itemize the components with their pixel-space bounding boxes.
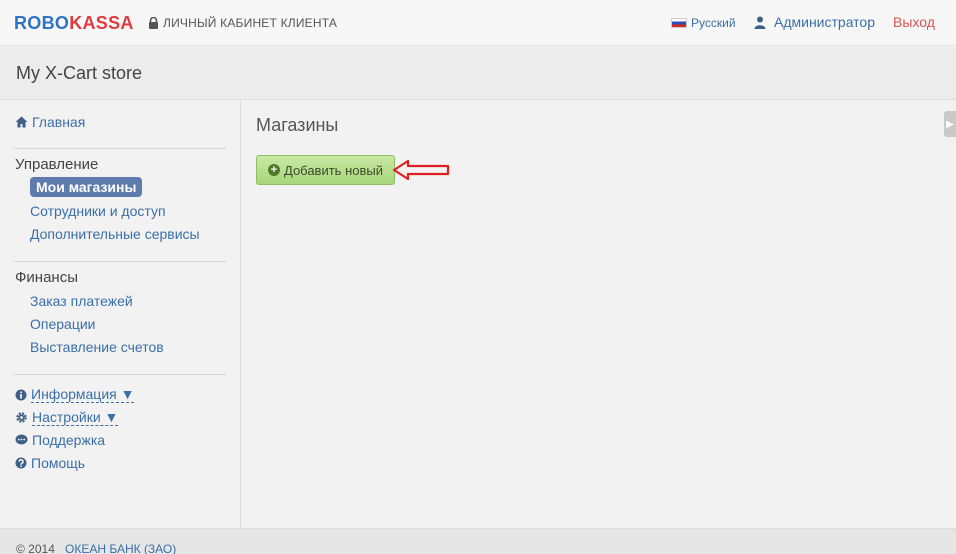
- logo-robo: ROBO: [14, 13, 70, 33]
- language-label: Русский: [691, 16, 736, 30]
- sidebar-item-operations[interactable]: Операции: [30, 316, 96, 332]
- sidebar-item-settings[interactable]: Настройки ▼: [15, 409, 119, 426]
- page-title: Магазины: [256, 115, 339, 135]
- store-bar: My X-Cart store: [0, 47, 956, 100]
- chevron-right-icon: ▶: [946, 118, 954, 130]
- settings-dropdown-label: Настройки ▼: [32, 409, 119, 426]
- red-arrow-annotation: [392, 159, 450, 181]
- store-title: My X-Cart store: [16, 63, 143, 83]
- sidebar-item-label: Помощь: [31, 455, 86, 471]
- sidebar-item-my-stores[interactable]: Мои магазины: [30, 177, 143, 197]
- finance-section-title: Финансы: [15, 269, 78, 286]
- sidebar-item-extra-services[interactable]: Дополнительные сервисы: [30, 226, 200, 242]
- bank-link[interactable]: ОКЕАН БАНК (ЗАО): [65, 542, 176, 554]
- home-icon: [15, 116, 28, 128]
- user-name: Администратор: [774, 14, 876, 30]
- sidebar-item-help[interactable]: Помощь: [15, 455, 85, 471]
- logout-link[interactable]: Выход: [893, 14, 935, 30]
- sidebar-item-label: Поддержка: [32, 432, 106, 448]
- divider: [14, 374, 225, 375]
- sidebar-item-support[interactable]: Поддержка: [15, 432, 105, 448]
- main-content: Магазины + Добавить новый ▶: [241, 101, 956, 528]
- sidebar-item-label: Главная: [32, 114, 86, 130]
- help-icon: [15, 457, 27, 469]
- sidebar-item-payment-order[interactable]: Заказ платежей: [30, 293, 133, 309]
- divider: [14, 261, 225, 262]
- copyright: © 2014: [16, 542, 55, 554]
- sidebar-item-invoicing[interactable]: Выставление счетов: [30, 339, 164, 355]
- top-bar: ROBOKASSA ЛИЧНЫЙ КАБИНЕТ КЛИЕНТА Русский…: [0, 0, 956, 46]
- footer: © 2014 ОКЕАН БАНК (ЗАО): [0, 528, 956, 554]
- cabinet-title: ЛИЧНЫЙ КАБИНЕТ КЛИЕНТА: [163, 16, 338, 30]
- sidebar: Главная Управление Мои магазины Сотрудни…: [0, 101, 241, 528]
- russia-flag-icon: [671, 18, 687, 28]
- language-selector[interactable]: Русский: [671, 16, 736, 30]
- management-section-title: Управление: [15, 156, 99, 173]
- gear-icon: [16, 412, 27, 423]
- lock-icon: [149, 17, 158, 29]
- info-dropdown-label: Информация ▼: [31, 386, 135, 403]
- plus-circle-icon: +: [268, 164, 280, 176]
- add-button-label: Добавить новый: [284, 162, 383, 178]
- panel-toggle-tab[interactable]: ▶: [944, 111, 956, 137]
- info-icon: [15, 389, 27, 400]
- add-new-store-button[interactable]: + Добавить новый: [256, 155, 395, 185]
- sidebar-item-staff-access[interactable]: Сотрудники и доступ: [30, 203, 166, 219]
- robokassa-logo[interactable]: ROBOKASSA: [14, 13, 134, 34]
- user-menu[interactable]: Администратор: [754, 14, 875, 30]
- logo-kassa: KASSA: [69, 13, 134, 33]
- sidebar-item-home[interactable]: Главная: [15, 114, 85, 130]
- sidebar-item-info[interactable]: Информация ▼: [15, 386, 135, 403]
- divider: [14, 148, 225, 149]
- user-icon: [754, 16, 766, 29]
- chat-bubble-icon: [15, 434, 28, 445]
